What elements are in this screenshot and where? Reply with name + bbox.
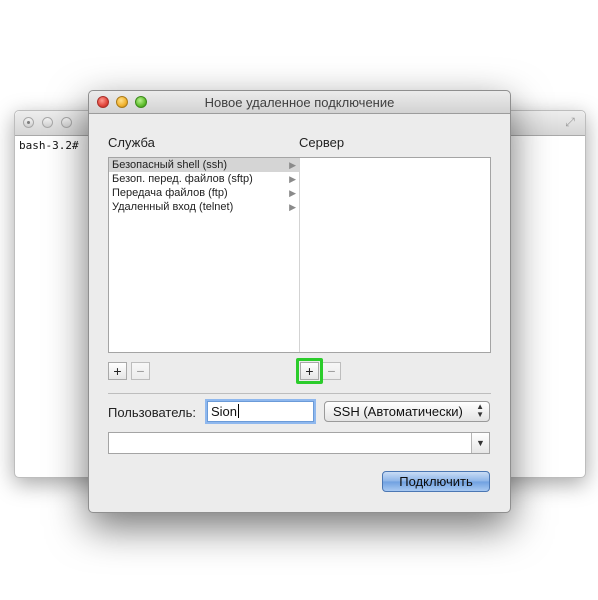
add-server-highlight [296, 358, 323, 384]
command-combo-box[interactable]: ▼ [108, 432, 490, 454]
user-field[interactable]: Sion [207, 401, 314, 422]
service-list[interactable]: Безопасный shell (ssh) ▶ Безоп. перед. ф… [109, 158, 300, 352]
chevron-down-icon[interactable]: ▼ [471, 433, 489, 453]
service-item-telnet[interactable]: Удаленный вход (telnet) ▶ [109, 200, 299, 214]
disclosure-arrow-icon: ▶ [289, 188, 296, 198]
remove-service-button[interactable]: − [131, 362, 150, 380]
updown-arrows-icon: ▲ ▼ [476, 402, 484, 419]
service-item-label: Безоп. перед. файлов (sftp) [112, 173, 253, 185]
service-item-label: Удаленный вход (telnet) [112, 201, 234, 213]
terminal-zoom-icon[interactable] [61, 117, 72, 128]
disclosure-arrow-icon: ▶ [289, 160, 296, 170]
protocol-popup[interactable]: SSH (Автоматически) ▲ ▼ [324, 401, 490, 422]
service-column-label: Служба [108, 135, 155, 150]
dialog-titlebar: Новое удаленное подключение [89, 91, 510, 114]
server-list[interactable] [300, 158, 490, 352]
terminal-prompt: bash-3.2# [19, 139, 79, 152]
server-column-label: Сервер [299, 135, 345, 150]
service-item-label: Передача файлов (ftp) [112, 187, 228, 199]
separator [108, 393, 491, 394]
remove-server-button[interactable]: − [322, 362, 341, 380]
service-item-sftp[interactable]: Безоп. перед. файлов (sftp) ▶ [109, 172, 299, 186]
new-remote-connection-dialog: Новое удаленное подключение Служба Серве… [88, 90, 511, 513]
service-item-label: Безопасный shell (ssh) [112, 159, 228, 171]
text-caret [238, 404, 240, 418]
terminal-close-icon[interactable] [23, 117, 34, 128]
connect-button[interactable]: Подключить [382, 471, 490, 492]
disclosure-arrow-icon: ▶ [289, 174, 296, 184]
service-server-lists: Безопасный shell (ssh) ▶ Безоп. перед. ф… [108, 157, 491, 353]
add-service-button[interactable]: + [108, 362, 127, 380]
terminal-minimize-icon[interactable] [42, 117, 53, 128]
disclosure-arrow-icon: ▶ [289, 202, 296, 212]
service-item-ftp[interactable]: Передача файлов (ftp) ▶ [109, 186, 299, 200]
user-label: Пользователь: [108, 405, 196, 420]
fullscreen-icon[interactable]: ⤢ [563, 115, 577, 129]
user-field-value: Sion [211, 404, 238, 419]
protocol-selected-value: SSH (Автоматически) [333, 404, 463, 419]
service-item-ssh[interactable]: Безопасный shell (ssh) ▶ [109, 158, 299, 172]
dialog-title: Новое удаленное подключение [204, 95, 395, 110]
